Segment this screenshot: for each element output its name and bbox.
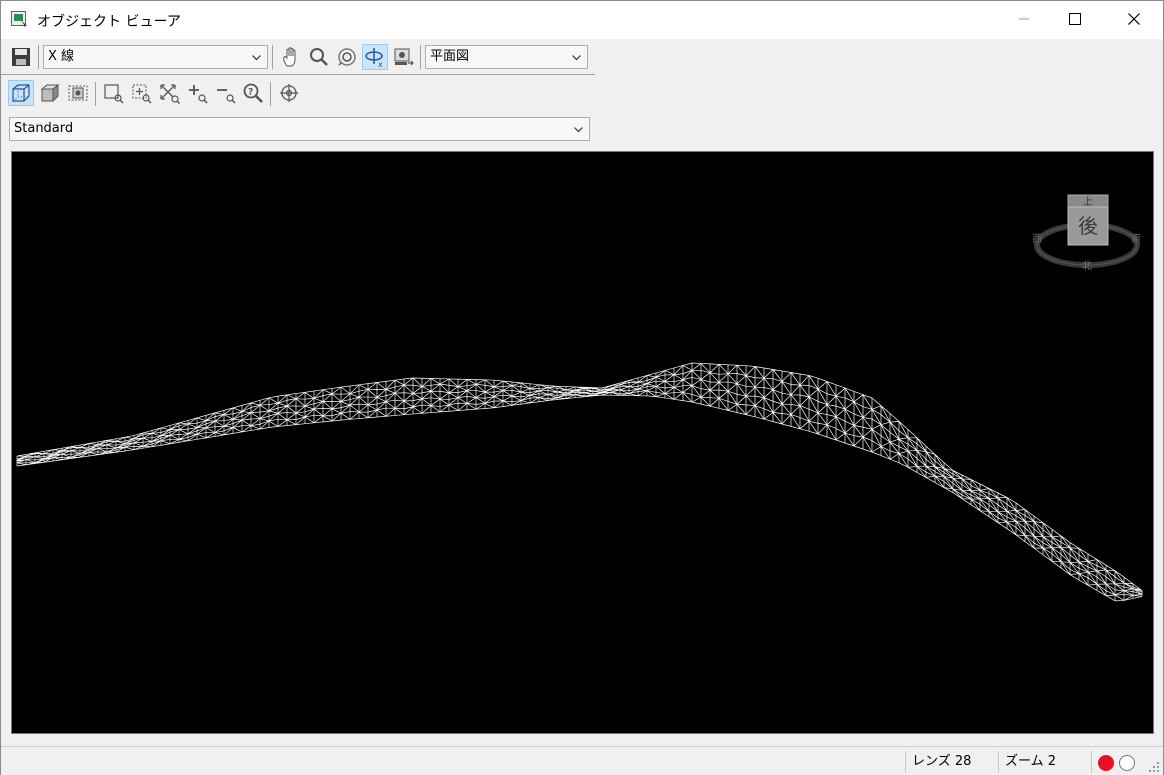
zoom-out-icon — [217, 89, 236, 104]
status-bar: レンズ 28 ズーム 2 — [1, 746, 1163, 775]
rotate-x-icon: x — [365, 48, 383, 68]
zoom-button[interactable] — [306, 44, 332, 70]
3d-viewport[interactable]: 上 後 西 東 北 — [11, 151, 1154, 734]
compass-north-label: 北 — [1082, 260, 1092, 272]
camera-icon — [394, 48, 414, 66]
zoom-window-button[interactable] — [100, 80, 126, 106]
lens-status: レンズ 28 — [905, 751, 997, 773]
window-title: オブジェクト ビューア — [37, 14, 181, 30]
resize-grip-icon[interactable] — [1148, 761, 1160, 773]
snapshot-icon — [68, 85, 88, 101]
line-select[interactable]: X 線 — [43, 45, 268, 69]
zoom-status: ズーム 2 — [998, 751, 1090, 773]
zoom-extents-icon — [160, 84, 180, 104]
pan-hand-icon — [283, 47, 296, 67]
snapshot-button[interactable] — [65, 80, 91, 106]
zoom-window-icon — [104, 84, 124, 104]
chevron-down-icon — [252, 55, 261, 61]
toolbar-row-2: ? — [1, 76, 595, 112]
wireframe-cube-icon — [12, 84, 30, 102]
compass-west-label: 西 — [1032, 234, 1042, 245]
zoom-extents-button[interactable] — [156, 80, 182, 106]
view-select[interactable]: 平面図 — [425, 45, 588, 69]
zoom-in-icon — [189, 85, 208, 104]
compass-east-label: 東 — [1131, 232, 1141, 245]
visual-style-value: Standard — [14, 121, 74, 136]
zoom-question-icon: ? — [243, 83, 263, 103]
minimize-icon — [1019, 18, 1029, 20]
mesh-wireframe — [16, 362, 1143, 602]
target-button[interactable] — [276, 80, 302, 106]
viewcube-top-label: 上 — [1083, 196, 1093, 208]
toolbar-row-1: X 線 x 平面図 — [1, 39, 595, 75]
viewcube-face-label: 後 — [1078, 214, 1098, 238]
chevron-down-icon — [574, 127, 583, 133]
shaded-button[interactable] — [37, 80, 63, 106]
close-icon — [1128, 13, 1140, 25]
orbit-icon — [338, 48, 356, 66]
viewcube[interactable]: 上 後 西 東 北 — [1027, 187, 1147, 287]
camera-button[interactable] — [390, 44, 416, 70]
minimize-button[interactable] — [1001, 1, 1047, 37]
save-button[interactable] — [8, 44, 34, 70]
zoom-in-button[interactable] — [184, 80, 210, 106]
object-viewer-window: オブジェクト ビューア X 線 x 平面図 ? Standard 上 後 西 東… — [0, 0, 1164, 775]
save-icon — [12, 48, 30, 66]
record-indicator[interactable] — [1098, 755, 1114, 771]
chevron-down-icon — [572, 55, 581, 61]
app-icon — [11, 11, 27, 28]
zoom-icon — [310, 48, 328, 66]
terrain-mesh — [16, 362, 1143, 602]
svg-text:?: ? — [248, 88, 253, 98]
close-button[interactable] — [1111, 1, 1157, 37]
zoom-center-icon — [132, 84, 152, 104]
shaded-cube-icon — [40, 83, 60, 103]
target-icon — [280, 84, 298, 102]
rotate-x-button[interactable]: x — [362, 44, 388, 70]
pan-button[interactable] — [278, 44, 304, 70]
svg-text:x: x — [378, 60, 383, 68]
maximize-icon — [1069, 13, 1081, 25]
visual-style-select[interactable]: Standard — [9, 117, 590, 141]
zoom-out-button[interactable] — [212, 80, 238, 106]
line-select-value: X 線 — [48, 49, 75, 64]
title-bar: オブジェクト ビューア — [1, 1, 1163, 39]
zoom-center-button[interactable] — [128, 80, 154, 106]
wireframe-button[interactable] — [8, 80, 34, 106]
view-select-value: 平面図 — [430, 49, 470, 64]
zoom-question-button[interactable]: ? — [240, 80, 266, 106]
stop-indicator[interactable] — [1119, 755, 1135, 771]
orbit-button[interactable] — [334, 44, 360, 70]
maximize-button[interactable] — [1052, 1, 1098, 37]
